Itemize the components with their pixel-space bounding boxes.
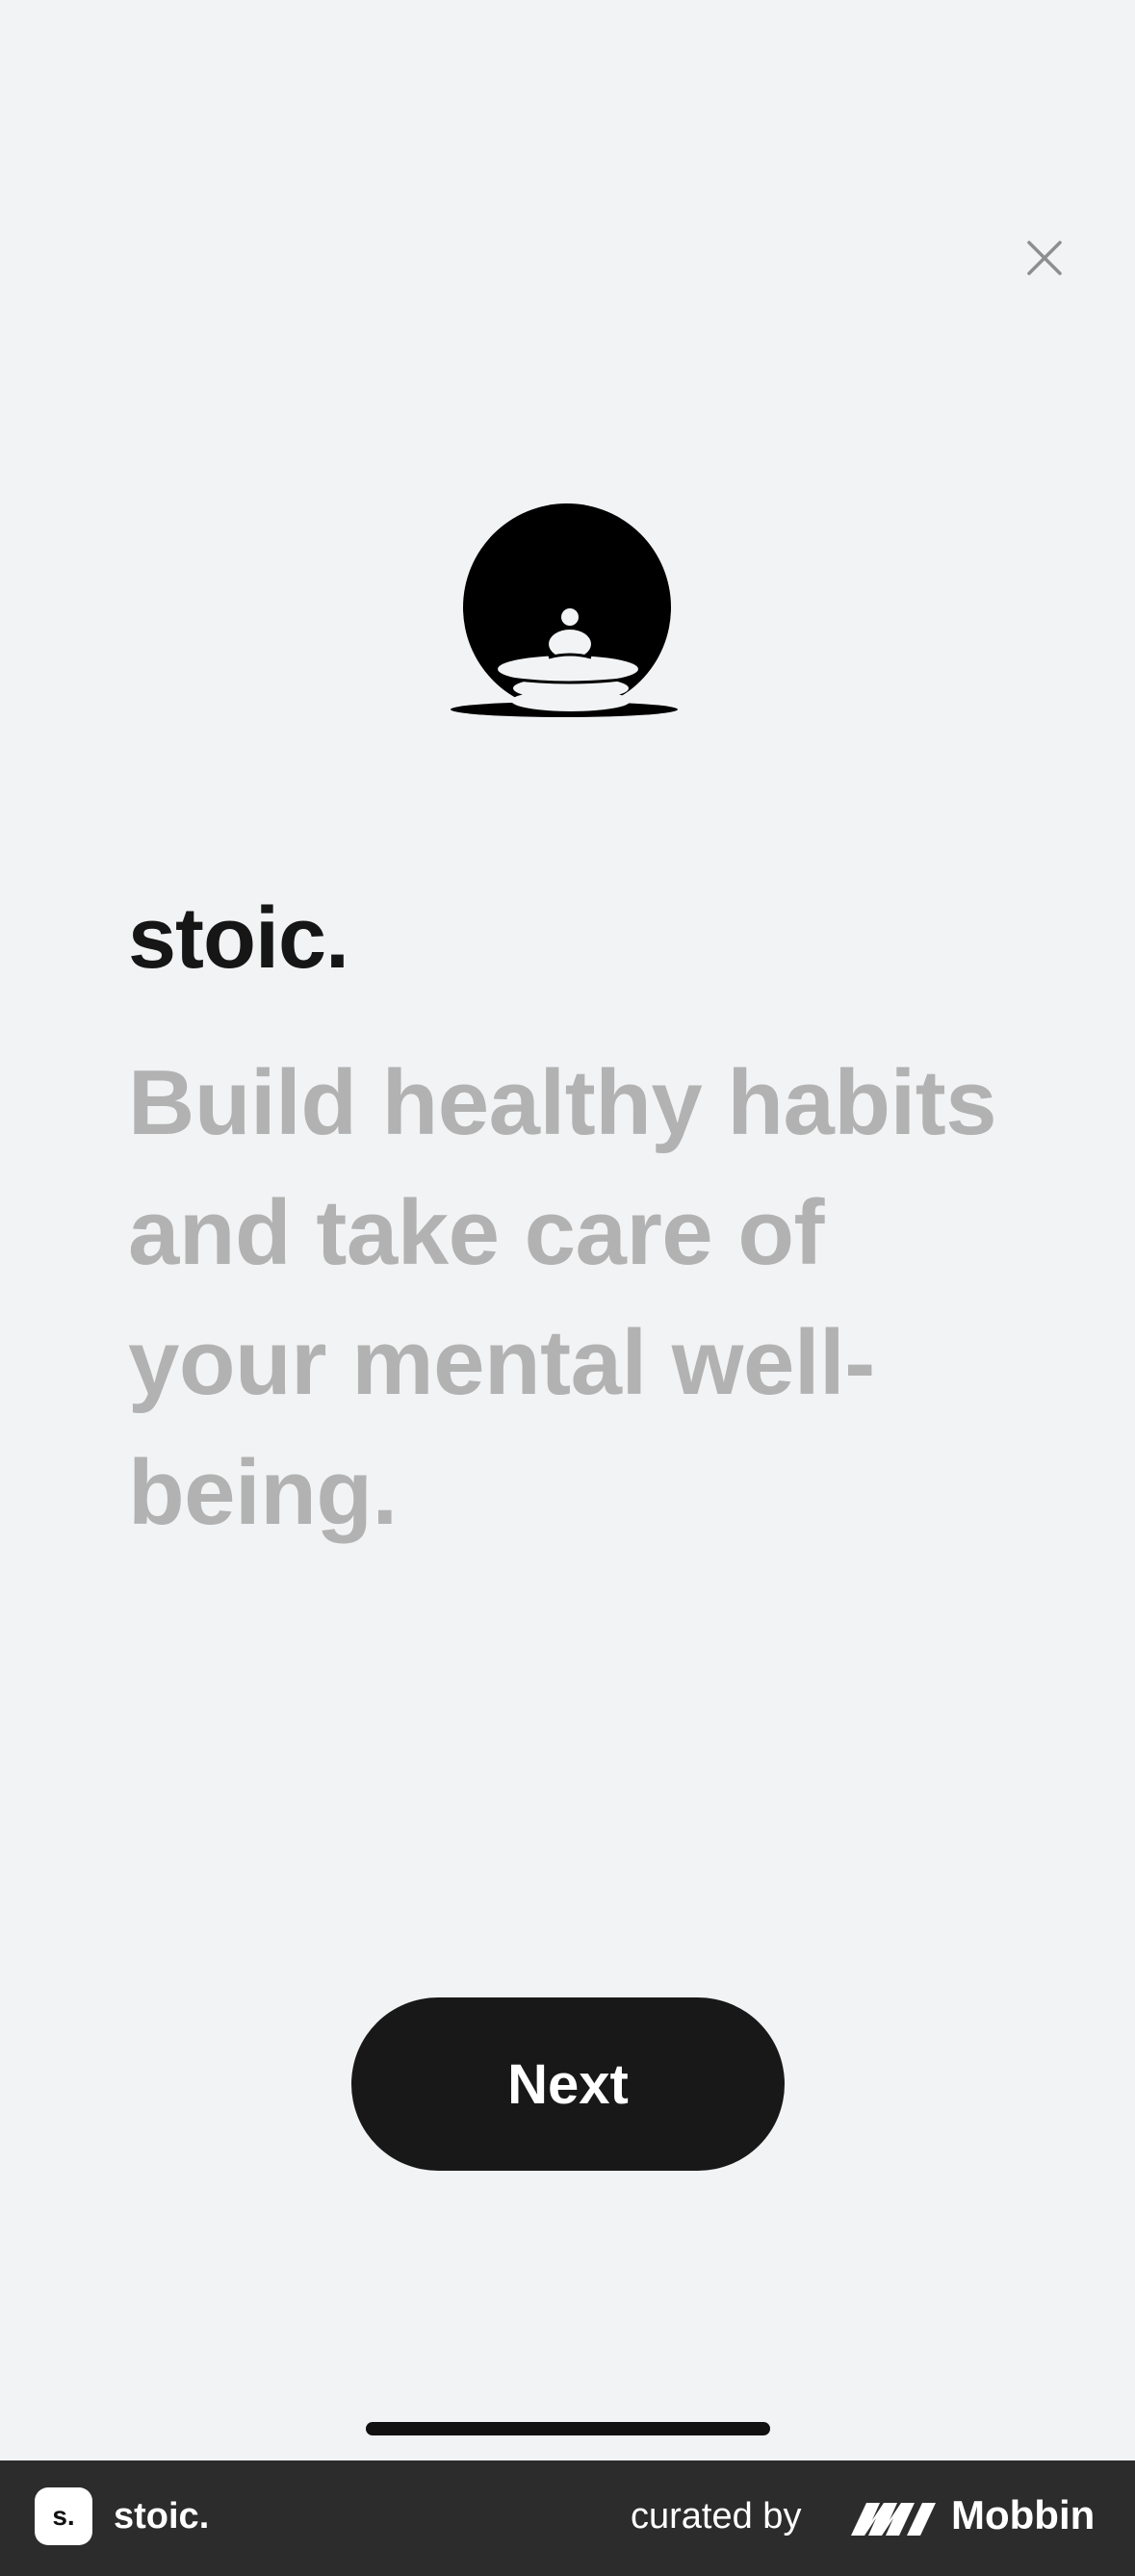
footer-curated-label: curated by (631, 2496, 802, 2537)
footer-app-icon: s. (35, 2487, 92, 2545)
footer-brand-name: Mobbin (951, 2492, 1096, 2537)
footer-app-name: stoic. (114, 2496, 210, 2537)
close-button[interactable] (1016, 229, 1073, 287)
mobbin-logo-icon (851, 2497, 938, 2539)
home-indicator (366, 2422, 770, 2435)
footer-bar: s. stoic. curated by Mobbin (0, 2460, 1135, 2576)
meditation-stones-logo-icon (451, 503, 678, 717)
tagline: Build healthy habits and take care of yo… (128, 1051, 997, 1544)
close-icon (1027, 241, 1062, 275)
brand-title: stoic. (128, 890, 349, 987)
app-logo (449, 496, 680, 723)
next-button[interactable]: Next (351, 1997, 785, 2171)
